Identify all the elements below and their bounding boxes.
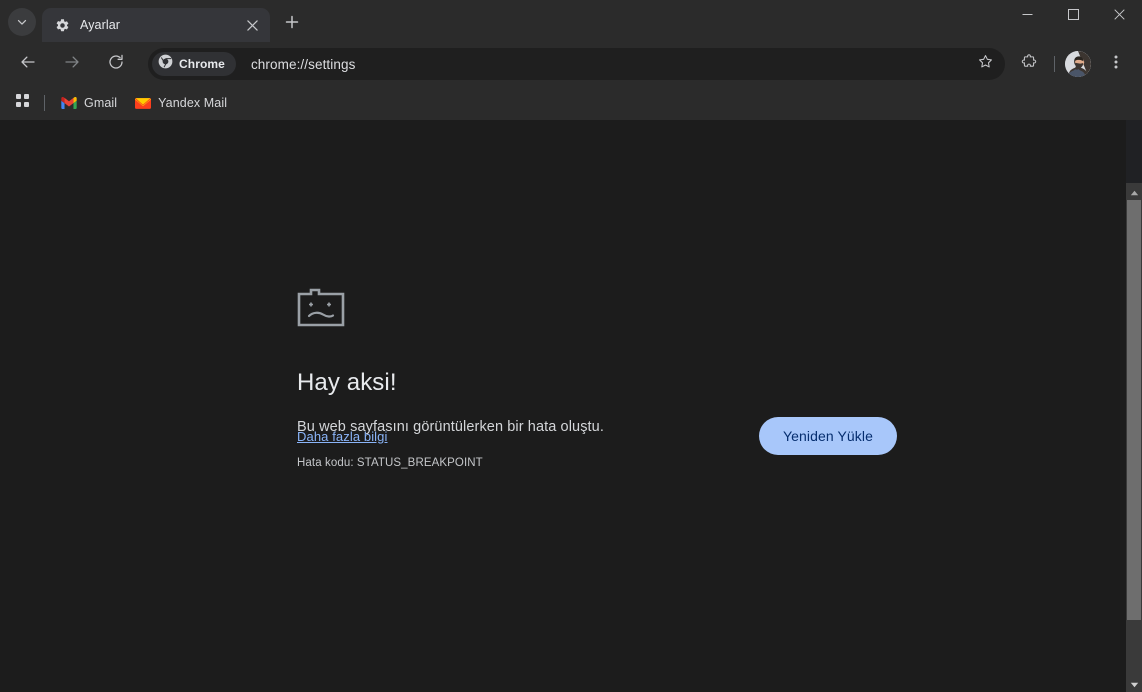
omnibox-chrome-chip: Chrome [152, 52, 236, 76]
bookmark-yandex-mail[interactable]: Yandex Mail [127, 91, 235, 115]
minimize-button[interactable] [1004, 0, 1050, 32]
new-tab-button[interactable] [278, 10, 306, 38]
scrollbar-down-arrow[interactable] [1126, 675, 1142, 692]
reload-button[interactable] [100, 48, 132, 80]
tab-search-button[interactable] [8, 8, 36, 36]
scrollbar-thumb[interactable] [1127, 200, 1141, 620]
sad-page-icon [297, 286, 897, 334]
chevron-down-icon [15, 15, 29, 29]
scrollbar-track[interactable] [1126, 200, 1142, 675]
omnibox-url-text[interactable]: chrome://settings [251, 57, 971, 72]
tab-ayarlar[interactable]: Ayarlar [42, 8, 270, 42]
tab-title: Ayarlar [80, 18, 238, 32]
yandex-mail-icon [135, 95, 151, 111]
three-dots-icon [1108, 54, 1124, 75]
bookmark-label: Gmail [84, 96, 117, 110]
scrollbar-up-arrow[interactable] [1126, 183, 1142, 200]
page-content-area: Hay aksi! Bu web sayfasını görüntülerken… [0, 120, 1142, 692]
bookmarks-divider [44, 95, 45, 111]
chrome-logo-icon [158, 54, 173, 74]
scrollbar-top-gap [1126, 120, 1142, 183]
triangle-down-icon [1130, 675, 1139, 692]
maximize-icon [1068, 7, 1079, 25]
extensions-button[interactable] [1013, 48, 1045, 80]
tab-strip: Ayarlar [0, 0, 1142, 42]
bookmark-label: Yandex Mail [158, 96, 227, 110]
minimize-icon [1022, 7, 1033, 25]
bookmark-gmail[interactable]: Gmail [53, 91, 125, 115]
browser-window: Ayarlar [0, 0, 1142, 692]
arrow-left-icon [19, 53, 37, 76]
reload-page-button[interactable]: Yeniden Yükle [759, 417, 897, 455]
profile-avatar[interactable] [1065, 51, 1091, 77]
omnibox-chip-label: Chrome [179, 57, 225, 71]
back-button[interactable] [12, 48, 44, 80]
gear-icon [54, 17, 70, 33]
tab-close-button[interactable] [242, 15, 262, 35]
error-title: Hay aksi! [297, 369, 897, 397]
more-info-link[interactable]: Daha fazla bilgi [297, 429, 388, 444]
error-actions: Daha fazla bilgi Yeniden Yükle [297, 417, 897, 455]
window-controls [1004, 0, 1142, 42]
triangle-up-icon [1130, 183, 1139, 201]
page-scrollbar[interactable] [1126, 120, 1142, 692]
browser-toolbar: Chrome chrome://settings [0, 42, 1142, 86]
star-icon [977, 53, 994, 75]
chrome-menu-button[interactable] [1100, 48, 1132, 80]
bookmark-star-button[interactable] [971, 50, 999, 78]
reload-icon [107, 53, 125, 76]
gmail-icon [61, 95, 77, 111]
address-bar[interactable]: Chrome chrome://settings [148, 48, 1005, 80]
toolbar-divider [1054, 56, 1055, 72]
close-window-button[interactable] [1096, 0, 1142, 32]
puzzle-piece-icon [1020, 53, 1038, 76]
bookmarks-bar: Gmail Yandex Mail [0, 86, 1142, 120]
forward-button[interactable] [56, 48, 88, 80]
arrow-right-icon [63, 53, 81, 76]
error-code: Hata kodu: STATUS_BREAKPOINT [297, 457, 897, 469]
bookmarks-apps-button[interactable] [8, 90, 36, 116]
plus-icon [285, 15, 299, 34]
maximize-button[interactable] [1050, 0, 1096, 32]
apps-grid-icon [15, 93, 30, 113]
close-icon [1114, 7, 1125, 25]
